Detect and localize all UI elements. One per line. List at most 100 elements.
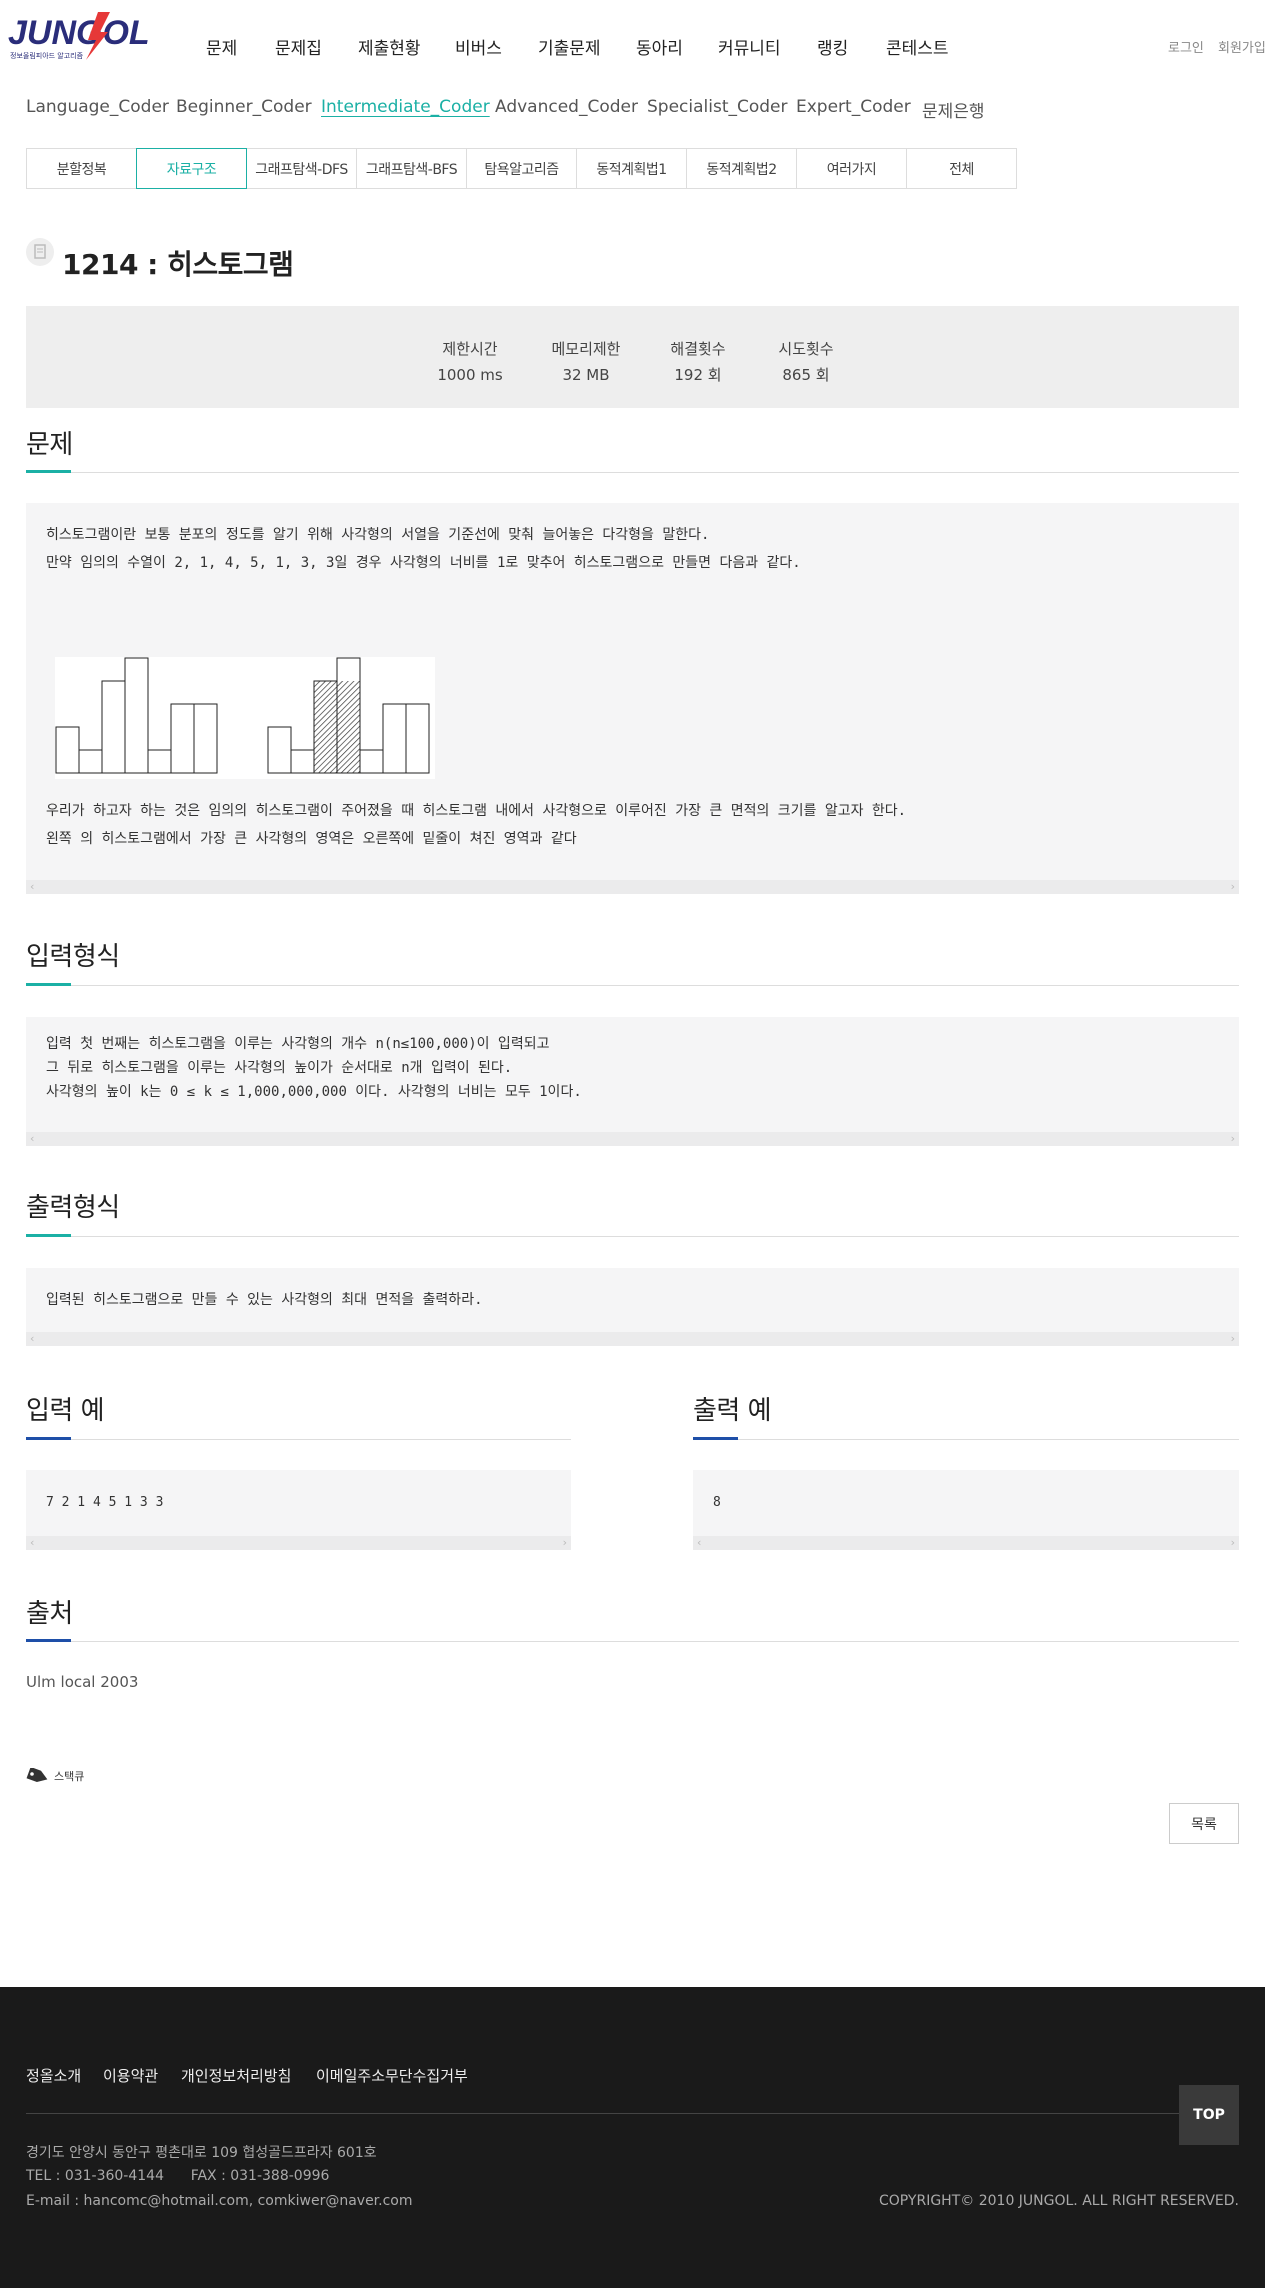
problem-text-line: 만약 임의의 수열이 2, 1, 4, 5, 1, 3, 3일 경우 사각형의 … [46,555,801,571]
section-title-sample-input: 입력 예 [26,1396,105,1426]
section-divider [26,472,1239,473]
tag-label: 스택큐 [54,1770,85,1783]
tag-icon [26,1768,48,1782]
histogram-bar [382,703,407,774]
subnav-intermediate-coder[interactable]: Intermediate_Coder [321,97,490,117]
document-icon [26,238,54,266]
section-title-source: 출처 [26,1599,73,1629]
tab-graph-dfs[interactable]: 그래프탐색-DFS [246,148,357,189]
nav-submissions[interactable]: 제출현황 [358,34,421,59]
list-button[interactable]: 목록 [1169,1803,1239,1844]
histogram-bar [290,749,315,774]
horizontal-scrollbar[interactable]: ‹ › [693,1536,1239,1550]
sample-input-text: 7 2 1 4 5 1 3 3 [46,1495,164,1510]
section-divider [26,1641,1239,1642]
tab-all[interactable]: 전체 [906,148,1017,189]
footer-link-email-refusal[interactable]: 이메일주소무단수집거부 [316,2065,468,2086]
histogram-bar [359,749,384,774]
histogram-bar [193,703,218,774]
section-divider [26,1439,571,1440]
section-accent [26,470,71,473]
tag-stack-queue[interactable]: 스택큐 [26,1768,84,1784]
footer-tel-fax: TEL : 031-360-4144 FAX : 031-388-0996 [26,2168,330,2184]
section-accent [693,1437,738,1440]
section-accent [26,1234,71,1237]
stat-memory-limit: 메모리제한 32 MB [551,340,621,384]
nav-problems[interactable]: 문제 [206,34,237,59]
footer-address: 경기도 안양시 동안구 평촌대로 109 협성골드프라자 601호 [26,2145,377,2161]
section-divider [693,1439,1239,1440]
tab-greedy[interactable]: 탐욕알고리즘 [466,148,577,189]
histogram-bar [101,680,126,774]
histogram-bar [78,749,103,774]
problem-text-line: 왼쪽 의 히스토그램에서 가장 큰 사각형의 영역은 오른쪽에 밑줄이 쳐진 영… [46,831,577,847]
nav-past-problems[interactable]: 기출문제 [538,34,601,59]
login-link[interactable]: 로그인 [1168,37,1204,56]
nav-ranking[interactable]: 랭킹 [817,34,848,59]
sample-output-text: 8 [713,1495,721,1510]
source-text: Ulm local 2003 [26,1673,139,1691]
sample-output-box: 8 ‹ › [693,1470,1239,1550]
nav-problem-sets[interactable]: 문제집 [275,34,322,59]
nav-contest[interactable]: 콘테스트 [886,34,949,59]
nav-bebras[interactable]: 비버스 [455,34,502,59]
footer: 정올소개 이용약관 개인정보처리방침 이메일주소무단수집거부 TOP 경기도 안… [0,1987,1265,2288]
logo-text: JUNGOL [8,14,148,52]
stat-attempt-count: 시도횟수 865 회 [778,340,834,384]
footer-copyright: COPYRIGHT© 2010 JUNGOL. ALL RIGHT RESERV… [879,2193,1239,2209]
histogram-right [267,657,430,774]
section-accent [26,1437,71,1440]
section-divider [26,1236,1239,1237]
subnav-problem-bank[interactable]: 문제은행 [922,97,985,122]
subnav-beginner-coder[interactable]: Beginner_Coder [176,97,312,117]
subnav-language-coder[interactable]: Language_Coder [26,97,169,117]
footer-link-privacy[interactable]: 개인정보처리방침 [181,2065,291,2086]
horizontal-scrollbar[interactable]: ‹ › [26,1332,1239,1346]
histogram-bar [147,749,172,774]
footer-email: E-mail : hancomc@hotmail.com, comkiwer@n… [26,2193,413,2209]
logo-subtext: 정보올림피아드 알고리즘 [10,51,84,60]
horizontal-scrollbar[interactable]: ‹ › [26,1132,1239,1146]
problem-title: 1214 : 히스토그램 [62,248,294,281]
tab-misc[interactable]: 여러가지 [796,148,907,189]
jungol-logo[interactable]: JUNGOL 정보올림피아드 알고리즘 [8,10,150,62]
input-format-box: 입력 첫 번째는 히스토그램을 이루는 사각형의 개수 n(n≤100,000)… [26,1017,1239,1146]
nav-community[interactable]: 커뮤니티 [718,34,781,59]
histogram-bar [124,657,149,774]
input-text-line: 입력 첫 번째는 히스토그램을 이루는 사각형의 개수 n(n≤100,000)… [46,1036,550,1052]
output-format-box: 입력된 히스토그램으로 만들 수 있는 사각형의 최대 면적을 출력하라. ‹ › [26,1268,1239,1346]
input-text-line: 그 뒤로 히스토그램을 이루는 사각형의 높이가 순서대로 n개 입력이 된다. [46,1060,513,1076]
histogram-figure [55,657,435,779]
subnav-advanced-coder[interactable]: Advanced_Coder [495,97,638,117]
footer-link-about[interactable]: 정올소개 [26,2065,81,2086]
footer-link-terms[interactable]: 이용약관 [103,2065,158,2086]
subnav-specialist-coder[interactable]: Specialist_Coder [647,97,788,117]
histogram-bar [55,726,80,774]
tab-data-structures[interactable]: 자료구조 [136,148,247,189]
stat-solved-count: 해결횟수 192 회 [670,340,726,384]
histogram-bar [405,703,430,774]
section-title-sample-output: 출력 예 [693,1396,772,1426]
footer-divider [26,2113,1239,2114]
tab-divide-conquer[interactable]: 분할정복 [26,148,137,189]
histogram-bar [267,726,292,774]
subnav-expert-coder[interactable]: Expert_Coder [796,97,911,117]
input-text-line: 사각형의 높이 k는 0 ≤ k ≤ 1,000,000,000 이다. 사각형… [46,1084,582,1100]
histogram-left [55,657,218,774]
horizontal-scrollbar[interactable]: ‹ › [26,1536,571,1550]
tab-dp2[interactable]: 동적계획법2 [686,148,797,189]
nav-clubs[interactable]: 동아리 [636,34,683,59]
signup-link[interactable]: 회원가입 [1218,37,1265,56]
tab-graph-bfs[interactable]: 그래프탐색-BFS [356,148,467,189]
top-button[interactable]: TOP [1179,2085,1239,2145]
horizontal-scrollbar[interactable]: ‹ › [26,880,1239,894]
output-text-line: 입력된 히스토그램으로 만들 수 있는 사각형의 최대 면적을 출력하라. [46,1292,483,1308]
problem-stats: 제한시간 1000 ms 메모리제한 32 MB 해결횟수 192 회 시도횟수 865… [26,306,1239,408]
problem-text-line: 우리가 하고자 하는 것은 임의의 히스토그램이 주어졌을 때 히스토그램 내에… [46,803,907,819]
tab-dp1[interactable]: 동적계획법1 [576,148,687,189]
section-accent [26,1639,71,1642]
problem-text-line: 히스토그램이란 보통 분포의 정도를 알기 위해 사각형의 서열을 기준선에 맞… [46,527,710,543]
stat-time-limit: 제한시간 1000 ms [437,340,503,384]
section-title-output: 출력형식 [26,1193,120,1223]
category-tabs: 분할정복 자료구조 그래프탐색-DFS 그래프탐색-BFS 탐욕알고리즘 동적계… [26,148,1017,189]
